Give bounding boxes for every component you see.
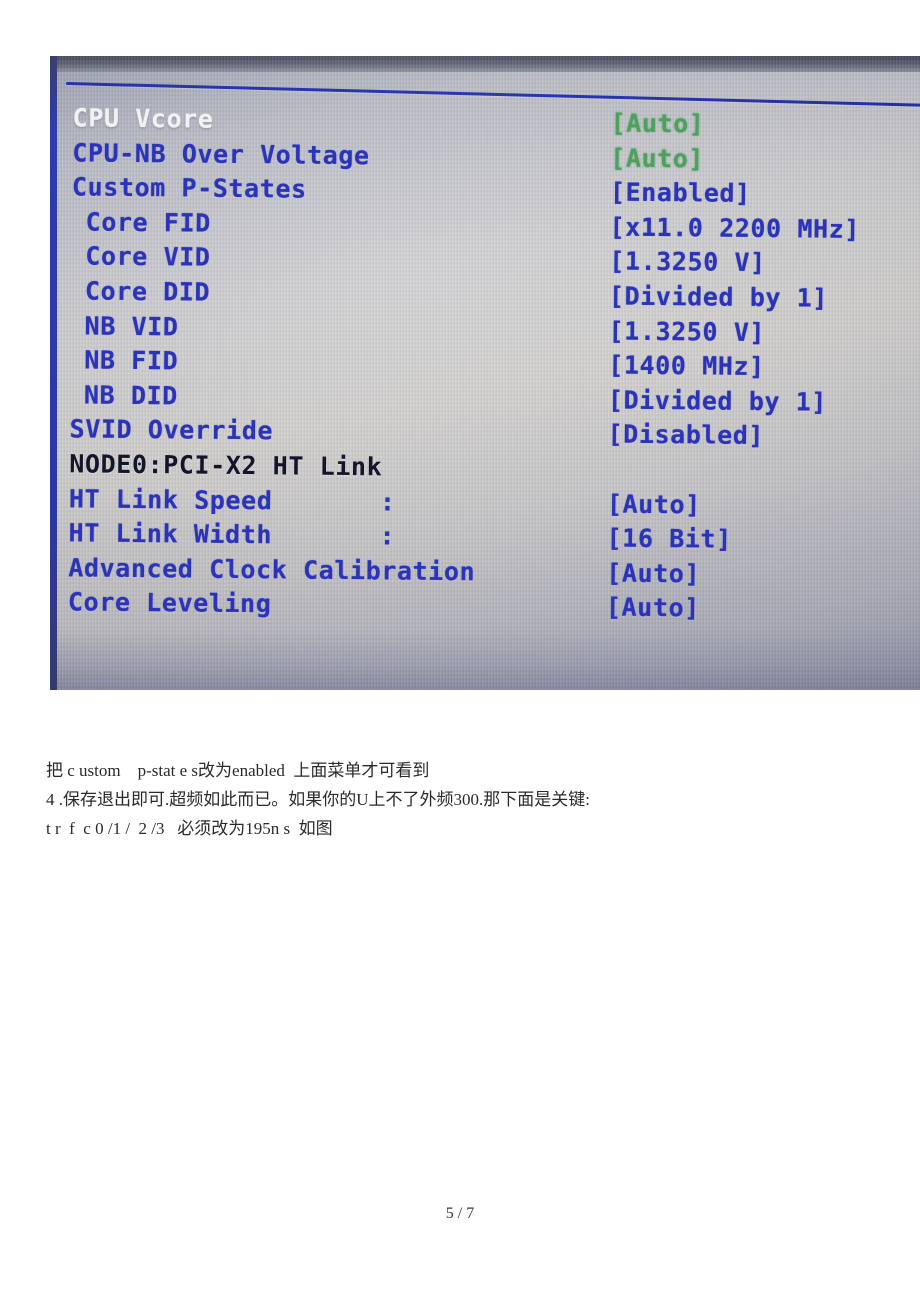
bios-setting-label: SVID Override (69, 414, 274, 446)
bios-setting-label: Custom P-States (71, 172, 307, 204)
page-footer: 5 / 7 (445, 1205, 475, 1222)
bios-setting-value[interactable]: [1.3250 V] (608, 314, 765, 350)
bios-setting-label: Advanced Clock Calibration (68, 553, 476, 587)
bios-setting-label: CPU-NB Over Voltage (72, 137, 370, 170)
bios-setting-value[interactable]: [16 Bit] (606, 522, 732, 557)
bios-setting-value[interactable]: [Auto] (610, 141, 704, 176)
caption-line-3: t r f c 0 /1 / 2 /3 必须改为195n s 如图 (46, 819, 333, 838)
bios-setting-value[interactable]: [Disabled] (607, 418, 764, 454)
bios-setting-label: HT Link Width (68, 518, 273, 550)
bios-setting-colon: : (379, 486, 396, 517)
bios-setting-value[interactable]: [x11.0 2200 MHz] (609, 210, 860, 246)
bios-settings-list: CPU Vcore [Auto] CPU-NB Over Voltage [Auto]… (50, 56, 920, 690)
bios-setting-label: Core FID (85, 207, 211, 238)
bios-setting-label: CPU Vcore (72, 103, 214, 134)
bios-setting-value[interactable]: [Auto] (606, 556, 700, 591)
bios-setting-label: Core VID (85, 241, 211, 273)
bios-setting-label: NB VID (84, 311, 179, 341)
bios-setting-value[interactable]: [Auto] (610, 107, 704, 142)
bios-setting-label: NB FID (84, 345, 179, 376)
caption-block: 把 c ustom p-stat e s改为enabled 上面菜单才可看到 4… (46, 756, 746, 843)
bios-setting-value[interactable]: [Divided by 1] (608, 383, 827, 419)
bios-setting-label: Core DID (84, 276, 211, 307)
bios-setting-value[interactable]: [1400 MHz] (608, 349, 765, 385)
caption-line-1: 把 c ustom p-stat e s改为enabled 上面菜单才可看到 (46, 761, 430, 780)
bios-setting-value[interactable]: [1.3250 V] (609, 245, 766, 281)
bios-setting-value[interactable]: [Enabled] (610, 176, 751, 211)
bios-screen-photo: CPU Vcore [Auto] CPU-NB Over Voltage [Auto]… (50, 56, 920, 690)
bios-setting-row[interactable]: Core Leveling [Auto] (50, 586, 916, 628)
bios-setting-value[interactable]: [Divided by 1] (609, 280, 828, 316)
bios-setting-label: HT Link Speed (68, 483, 273, 515)
caption-line-2: 4 .保存退出即可.超频如此而已。如果你的U上不了外频300.那下面是关键: (46, 790, 590, 809)
bios-setting-value[interactable]: [Auto] (606, 591, 700, 626)
bios-setting-value[interactable]: [Auto] (607, 487, 701, 522)
bios-setting-label: NB DID (83, 380, 179, 411)
bios-setting-label: NODE0:PCI-X2 HT Link (69, 449, 383, 482)
bios-setting-label: Core Leveling (67, 587, 272, 619)
bios-setting-colon: : (379, 521, 396, 551)
